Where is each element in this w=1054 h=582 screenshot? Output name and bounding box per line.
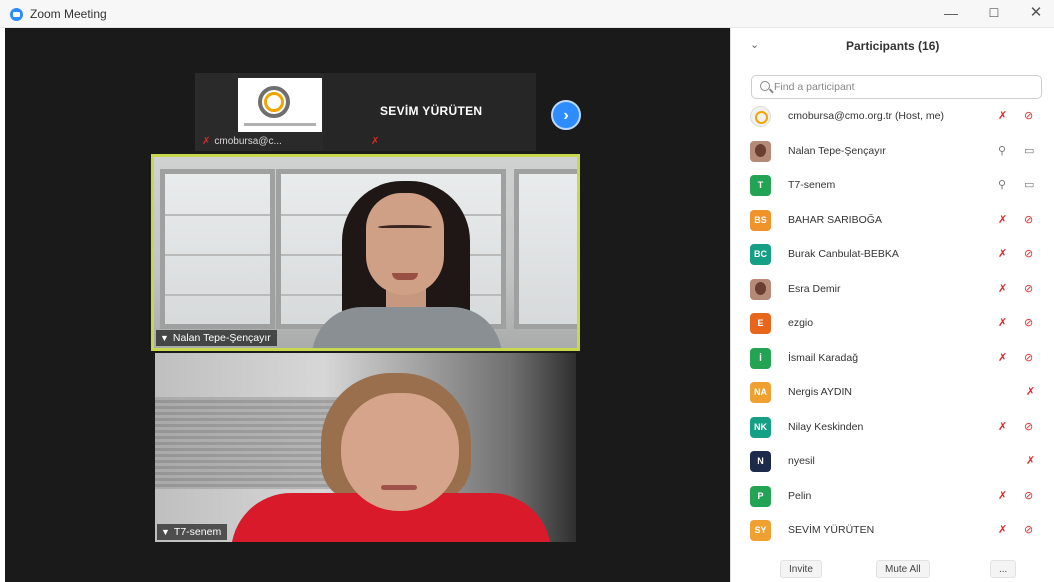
window-title: Zoom Meeting: [30, 7, 107, 21]
participant-video-tile[interactable]: ▼ T7-senem: [155, 353, 576, 542]
participant-name: nyesil: [788, 455, 815, 467]
participant-row[interactable]: Esra Demir ✗ ⊘: [748, 277, 1048, 305]
microphone-muted-icon[interactable]: ✗: [998, 282, 1007, 295]
zoom-app-icon: [10, 8, 23, 21]
video-camera-off-icon[interactable]: ⊘: [1024, 247, 1033, 260]
video-camera-off-icon[interactable]: ⊘: [1024, 351, 1033, 364]
participant-row[interactable]: BC Burak Canbulat-BEBKA ✗ ⊘: [748, 242, 1048, 270]
invite-button[interactable]: Invite: [780, 560, 822, 578]
participant-name: Burak Canbulat-BEBKA: [788, 248, 899, 260]
microphone-icon[interactable]: ⚲: [998, 178, 1006, 191]
more-options-button[interactable]: ...: [990, 560, 1017, 578]
avatar: T: [750, 175, 771, 196]
participant-name: Esra Demir: [788, 282, 841, 295]
participant-row[interactable]: İ İsmail Karadağ ✗ ⊘: [748, 346, 1048, 374]
logo-caption: [244, 123, 316, 126]
collapse-panel-icon[interactable]: ⌄: [750, 38, 759, 51]
microphone-muted-icon[interactable]: ✗: [998, 420, 1007, 433]
avatar: E: [750, 313, 771, 334]
mute-all-button[interactable]: Mute All: [876, 560, 930, 578]
avatar: NK: [750, 416, 771, 438]
avatar: P: [750, 485, 771, 507]
pin-icon: ▼: [161, 527, 170, 537]
video-name-tag: ▼ Nalan Tepe-Şençayır: [156, 330, 277, 346]
microphone-muted-icon[interactable]: ✗: [998, 351, 1007, 364]
participant-row[interactable]: SY SEVİM YÜRÜTEN ✗ ⊘: [748, 518, 1048, 546]
video-camera-off-icon[interactable]: ⊘: [1024, 282, 1033, 295]
maximize-button[interactable]: ☐: [976, 2, 1012, 24]
avatar: BC: [750, 244, 771, 265]
search-icon: [760, 81, 770, 91]
host-thumbnail-label: ✗ cmobursa@c...: [202, 136, 282, 147]
participant-name: Nalan Tepe-Şençayır: [788, 144, 886, 157]
avatar: [750, 140, 771, 162]
speaker-thumbnail-name: SEVİM YÜRÜTEN: [380, 104, 483, 118]
video-camera-off-icon[interactable]: ⊘: [1024, 213, 1033, 226]
video-camera-off-icon[interactable]: ⊘: [1024, 109, 1033, 122]
avatar: [750, 106, 771, 127]
participant-row[interactable]: Eezgio ✗ ⊘: [748, 311, 1048, 339]
microphone-icon[interactable]: ⚲: [998, 144, 1006, 157]
participant-name: Nilay Keskinden: [788, 420, 864, 433]
microphone-muted-icon[interactable]: ✗: [998, 489, 1007, 502]
participant-row[interactable]: NK Nilay Keskinden ✗ ⊘: [748, 415, 1048, 443]
microphone-muted-icon[interactable]: ✗: [998, 109, 1007, 122]
office-window: [514, 169, 577, 329]
zoom-meeting-window: Zoom Meeting — ☐ ✕ ✗ cmobursa@c... SEVİM …: [0, 0, 1054, 582]
participant-name: T7-senem: [788, 179, 836, 191]
video-camera-icon[interactable]: ▭: [1024, 178, 1034, 191]
participant-row[interactable]: P Pelin ✗ ⊘: [748, 484, 1048, 512]
video-camera-off-icon[interactable]: ⊘: [1024, 523, 1033, 536]
avatar: SY: [750, 520, 771, 541]
microphone-muted-icon[interactable]: ✗: [998, 523, 1007, 536]
title-bar: Zoom Meeting — ☐ ✕: [0, 0, 1054, 28]
avatar: NA: [750, 382, 771, 403]
participant-row[interactable]: NA Nergis AYDIN ✗: [748, 380, 1048, 408]
next-page-button[interactable]: ›: [551, 100, 581, 130]
participant-search-box[interactable]: [751, 75, 1042, 99]
office-window: [160, 169, 275, 329]
microphone-muted-icon[interactable]: ✗: [998, 316, 1007, 329]
avatar: N: [750, 451, 771, 472]
participant-row[interactable]: T T7-senem ⚲ ▭: [748, 173, 1048, 201]
pin-icon: ▼: [160, 333, 169, 343]
participant-row[interactable]: Nnyesil ✗: [748, 449, 1048, 477]
participant-name: İsmail Karadağ: [788, 351, 859, 364]
mic-off-icon: ✗: [202, 136, 211, 147]
participant-name: Nergis AYDIN: [788, 386, 852, 398]
participant-name: Pelin: [788, 489, 812, 502]
participant-name: BAHAR SARIBOĞA: [788, 213, 882, 226]
participant-row[interactable]: BS BAHAR SARIBOĞA ✗ ⊘: [748, 208, 1048, 236]
participant-name: SEVİM YÜRÜTEN: [788, 524, 875, 536]
participant-face: [341, 393, 459, 511]
microphone-muted-icon[interactable]: ✗: [1026, 385, 1035, 398]
microphone-muted-icon[interactable]: ✗: [1026, 454, 1035, 467]
video-camera-off-icon[interactable]: ⊘: [1024, 420, 1033, 433]
microphone-muted-icon[interactable]: ✗: [998, 213, 1007, 226]
video-camera-off-icon[interactable]: ⊘: [1024, 489, 1033, 502]
avatar: [750, 278, 771, 300]
participant-name: cmobursa@cmo.org.tr (Host, me): [788, 110, 944, 122]
participant-row[interactable]: Nalan Tepe-Şençayır ⚲ ▭: [748, 139, 1048, 167]
logo-emblem: [258, 86, 290, 118]
avatar: BS: [750, 209, 771, 231]
close-button[interactable]: ✕: [1018, 2, 1054, 24]
video-camera-off-icon[interactable]: ⊘: [1024, 316, 1033, 329]
mic-off-icon: ✗: [371, 136, 380, 147]
minimize-button[interactable]: —: [933, 2, 969, 24]
participant-name: ezgio: [788, 317, 814, 329]
participant-row[interactable]: cmobursa@cmo.org.tr (Host, me) ✗ ⊘: [748, 104, 1048, 132]
video-name-tag: ▼ T7-senem: [157, 524, 228, 540]
participants-title: Participants (16): [846, 39, 940, 53]
participant-search-input[interactable]: [774, 80, 1024, 94]
video-camera-icon[interactable]: ▭: [1024, 144, 1034, 157]
active-speaker-video-tile[interactable]: ▼ Nalan Tepe-Şençayır: [151, 154, 580, 351]
avatar: İ: [750, 347, 771, 369]
microphone-muted-icon[interactable]: ✗: [998, 247, 1007, 260]
